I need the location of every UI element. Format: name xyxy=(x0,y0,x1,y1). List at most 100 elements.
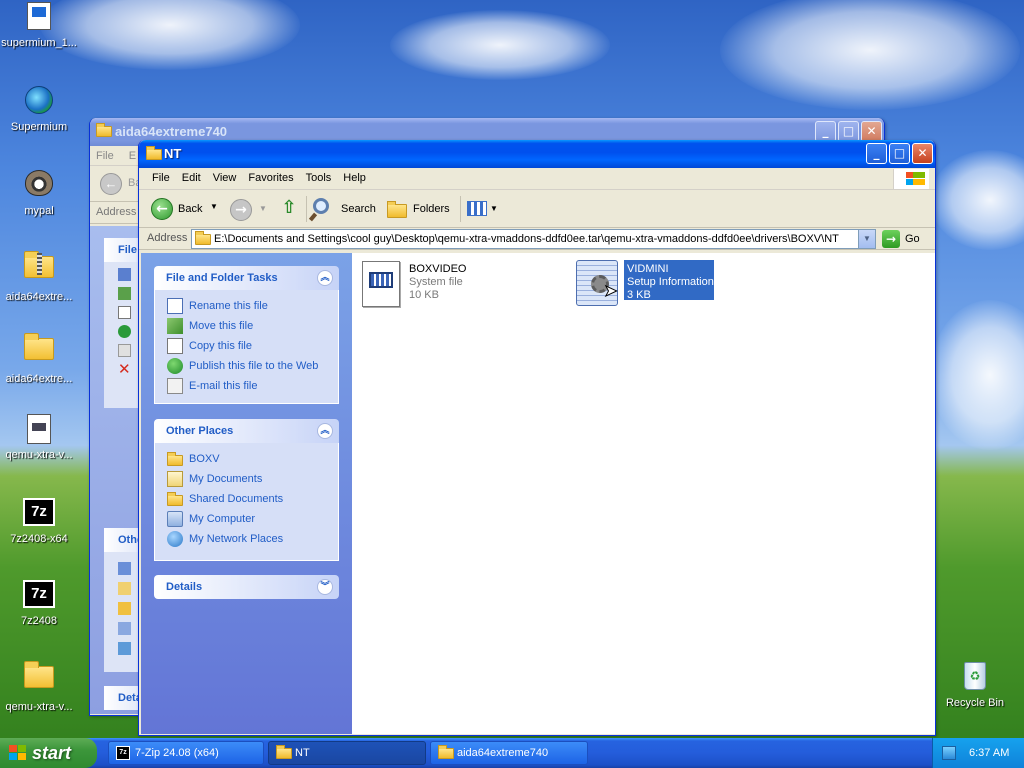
desktop-icon-supermium[interactable]: Supermium xyxy=(0,86,78,133)
go-button[interactable]: → Go xyxy=(881,229,929,249)
go-label: Go xyxy=(905,233,920,245)
taskbar-item-7zip[interactable]: 7z 7-Zip 24.08 (x64) xyxy=(108,741,264,765)
clock[interactable]: 6:37 AM xyxy=(969,738,1009,768)
desktop-icon-aida64-folder[interactable]: aida64extre... xyxy=(0,332,78,385)
close-button[interactable]: ✕ xyxy=(912,143,933,164)
document-icon xyxy=(23,414,55,446)
place-my-network[interactable]: My Network Places xyxy=(167,529,338,549)
taskbar-item-aida64[interactable]: aida64extreme740 xyxy=(430,741,588,765)
menu-file[interactable]: File xyxy=(90,146,120,167)
installer-icon xyxy=(23,2,55,34)
details-panel: Details ︾ xyxy=(154,575,339,599)
place-shared-documents[interactable]: Shared Documents xyxy=(167,489,338,509)
start-label: start xyxy=(32,743,72,763)
desktop-icon-recycle-bin[interactable]: ♻ Recycle Bin xyxy=(936,660,1014,709)
back-arrow-icon[interactable]: ← xyxy=(100,173,122,195)
search-button[interactable]: Search xyxy=(308,196,376,222)
collapse-chevron-icon[interactable]: ︽ xyxy=(317,270,333,286)
panel-header[interactable]: Details ︾ xyxy=(154,575,339,599)
panel-header[interactable]: Other Places ︽ xyxy=(154,419,339,443)
taskbar-item-nt[interactable]: NT xyxy=(268,741,426,765)
file-view[interactable]: BOXVIDEO System file 10 KB VIDMINI Setup… xyxy=(352,253,935,734)
task-label: NT xyxy=(295,747,310,759)
address-dropdown-button[interactable]: ▼ xyxy=(858,230,875,248)
file-name: BOXVIDEO xyxy=(409,263,467,275)
close-button[interactable]: ✕ xyxy=(861,121,882,142)
desktop-icon-qemu-file[interactable]: qemu-xtra-v... xyxy=(0,414,78,461)
window-titlebar[interactable]: NT _ □ ✕ xyxy=(139,140,935,168)
file-size: 10 KB xyxy=(409,289,439,301)
maximize-button[interactable]: □ xyxy=(838,121,859,142)
menu-favorites[interactable]: Favorites xyxy=(242,168,299,189)
place-my-documents[interactable]: My Documents xyxy=(167,469,338,489)
maximize-button[interactable]: □ xyxy=(889,143,910,164)
expand-chevron-icon[interactable]: ︾ xyxy=(317,579,333,595)
forward-arrow-icon[interactable]: → xyxy=(230,199,252,221)
collapse-chevron-icon[interactable]: ︽ xyxy=(317,423,333,439)
cloud xyxy=(930,150,1024,250)
desktop-icon-label: qemu-xtra-v... xyxy=(5,449,73,461)
folder-icon xyxy=(23,333,55,370)
panel-header[interactable]: File and Folder Tasks ︽ xyxy=(154,266,339,290)
place-boxv[interactable]: BOXV xyxy=(167,449,338,469)
address-label: Address xyxy=(96,206,137,218)
address-value: E:\Documents and Settings\cool guy\Deskt… xyxy=(214,233,839,245)
panel-title: Details xyxy=(166,581,203,593)
window-title: aida64extreme740 xyxy=(115,124,228,139)
task-move[interactable]: Move this file xyxy=(167,316,338,336)
file-item-vidmini[interactable]: VIDMINI Setup Information 3 KB ➤ xyxy=(576,259,726,309)
views-icon xyxy=(467,201,487,216)
desktop-icon-mypal[interactable]: mypal xyxy=(0,168,78,217)
desktop-icon-supermium-installer[interactable]: supermium_1... xyxy=(0,2,78,49)
up-folder-icon[interactable]: ⇧ xyxy=(278,197,300,221)
network-tray-icon[interactable] xyxy=(942,746,956,760)
back-button[interactable]: ← Back ▼ xyxy=(149,197,221,221)
panel-title: Other Places xyxy=(166,425,234,437)
explorer-window-nt[interactable]: NT _ □ ✕ File Edit View Favorites Tools Help … xyxy=(138,140,936,736)
menu-file[interactable]: File xyxy=(146,168,176,189)
dropdown-arrow-icon[interactable]: ▼ xyxy=(210,202,218,211)
rename-icon xyxy=(167,298,183,315)
menu-edit[interactable]: Edit xyxy=(176,168,207,189)
desktop-icon-label: aida64extre... xyxy=(5,373,73,385)
window-title: NT xyxy=(164,146,182,161)
start-button[interactable]: start xyxy=(0,738,97,768)
dropdown-arrow-icon[interactable]: ▼ xyxy=(259,204,267,213)
folder-icon xyxy=(167,451,183,467)
minimize-button[interactable]: _ xyxy=(815,121,836,142)
desktop-icon-qemu-folder[interactable]: qemu-xtra-v... xyxy=(0,660,78,713)
address-bar: Address E:\Documents and Settings\cool g… xyxy=(139,228,935,250)
windows-logo-icon xyxy=(893,169,929,189)
views-button[interactable]: ▼ xyxy=(466,198,500,220)
dropdown-arrow-icon: ▼ xyxy=(490,204,498,213)
move-icon xyxy=(167,318,183,335)
folders-button[interactable]: Folders xyxy=(385,196,451,222)
folder-icon xyxy=(276,745,292,759)
desktop-icon-label: qemu-xtra-v... xyxy=(5,701,73,713)
desktop-icon-7z[interactable]: 7z 7z2408 xyxy=(0,578,78,627)
my-documents-icon xyxy=(167,471,183,488)
task-rename[interactable]: Rename this file xyxy=(167,296,338,316)
task-email[interactable]: E-mail this file xyxy=(167,376,338,396)
address-label: Address xyxy=(147,232,188,244)
desktop-icon-label: mypal xyxy=(24,205,54,217)
desktop-icon-label: 7z2408 xyxy=(20,615,58,627)
task-copy[interactable]: Copy this file xyxy=(167,336,338,356)
minimize-button[interactable]: _ xyxy=(866,143,887,164)
task-publish[interactable]: Publish this file to the Web xyxy=(167,356,338,376)
file-name: VIDMINI xyxy=(627,263,669,275)
place-my-computer[interactable]: My Computer xyxy=(167,509,338,529)
desktop-icon-aida64-archive[interactable]: aida64extre... xyxy=(0,250,78,303)
cloud xyxy=(40,0,300,70)
folders-icon xyxy=(387,201,407,218)
desktop-icon-7z-x64[interactable]: 7z 7z2408-x64 xyxy=(0,496,78,545)
menu-tools[interactable]: Tools xyxy=(300,168,338,189)
address-input[interactable]: E:\Documents and Settings\cool guy\Deskt… xyxy=(191,229,876,249)
menu-help[interactable]: Help xyxy=(337,168,372,189)
menu-view[interactable]: View xyxy=(207,168,243,189)
file-type: Setup Information xyxy=(627,276,714,288)
cloud xyxy=(720,0,1020,110)
file-item-boxvideo[interactable]: BOXVIDEO System file 10 KB xyxy=(360,259,560,309)
computer-icon xyxy=(167,511,183,528)
file-size: 3 KB xyxy=(627,289,651,301)
